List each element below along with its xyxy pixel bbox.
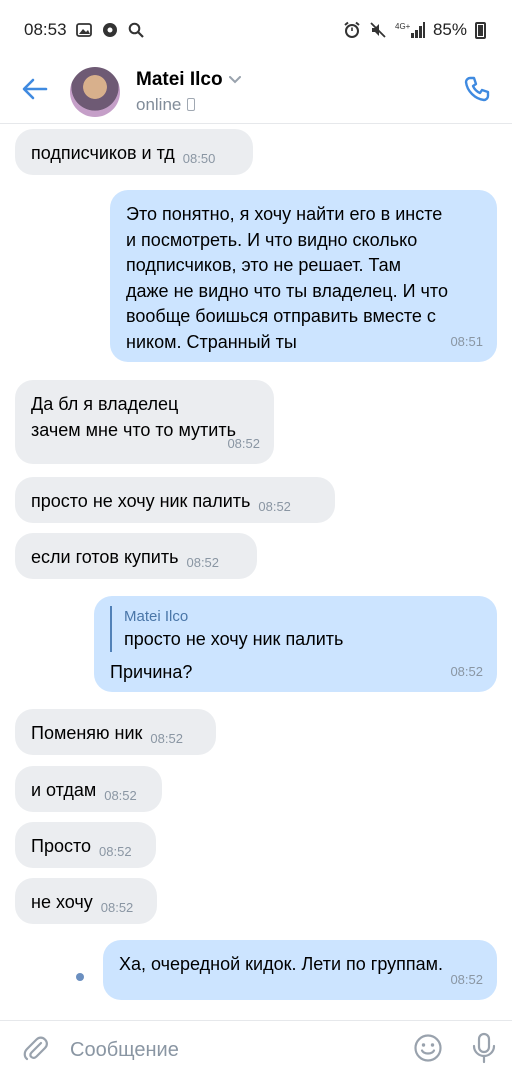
message-text: Да бл я владелец зачем мне что то мутить xyxy=(31,394,236,440)
signal-icon: 4G+ xyxy=(395,21,425,39)
message-bubble[interactable]: если готов купить 08:52 xyxy=(15,533,257,579)
emoji-button[interactable] xyxy=(400,1021,456,1080)
message-text: Причина? xyxy=(110,662,193,682)
message-bubble[interactable]: Это понятно, я хочу найти его в инсте и … xyxy=(110,190,497,362)
alarm-icon xyxy=(343,21,361,39)
message-time: 08:52 xyxy=(258,499,291,514)
message-text: подписчиков и тд xyxy=(31,143,175,163)
message-text: просто не хочу ник палить xyxy=(31,491,251,511)
svg-text:4G+: 4G+ xyxy=(395,22,411,31)
voice-message-button[interactable] xyxy=(456,1021,512,1080)
message-input[interactable] xyxy=(70,1030,400,1071)
search-icon xyxy=(127,21,145,39)
contact-name: Matei Ilco xyxy=(136,68,223,90)
message-text: Это понятно, я хочу найти его в инсте и … xyxy=(126,204,448,352)
message-time: 08:52 xyxy=(450,971,483,987)
reply-quote[interactable]: Matei Ilco просто не хочу ник палить xyxy=(110,606,481,652)
message-time: 08:51 xyxy=(450,333,483,349)
battery-percent: 85% xyxy=(432,20,467,39)
message-list[interactable]: подписчиков и тд 08:50 Это понятно, я хоч… xyxy=(0,124,512,1020)
paperclip-icon xyxy=(21,1034,49,1067)
message-text: Поменяю ник xyxy=(31,723,143,743)
contact-status: online xyxy=(136,94,182,114)
smile-icon xyxy=(413,1033,443,1068)
status-right: 4G+ 85% xyxy=(343,20,486,40)
message-time: 08:52 xyxy=(104,788,137,803)
battery-icon xyxy=(475,21,486,39)
chat-header: Matei Ilco online xyxy=(0,60,512,124)
message-bubble[interactable]: Matei Ilco просто не хочу ник палить При… xyxy=(94,596,497,692)
status-time: 08:53 xyxy=(24,20,67,39)
message-bubble[interactable]: и отдам 08:52 xyxy=(15,766,162,812)
message-composer xyxy=(0,1020,512,1080)
gallery-icon xyxy=(75,21,93,39)
phone-icon xyxy=(463,75,491,108)
message-text: и отдам xyxy=(31,780,97,800)
status-bar: 08:53 4G+ 85% xyxy=(0,0,512,60)
contact-info[interactable]: Matei Ilco online xyxy=(136,69,442,115)
mute-icon xyxy=(369,21,387,39)
message-bubble[interactable]: Просто 08:52 xyxy=(15,822,156,868)
avatar[interactable] xyxy=(70,66,120,117)
message-time: 08:52 xyxy=(450,663,483,679)
message-bubble[interactable]: Да бл я владелец зачем мне что то мутить… xyxy=(15,380,274,464)
messenger-icon xyxy=(101,21,119,39)
message-text: Ха, очередной кидок. Лети по группам. xyxy=(119,954,444,974)
message-time: 08:52 xyxy=(99,844,132,859)
message-bubble[interactable]: подписчиков и тд 08:50 xyxy=(15,129,253,175)
call-button[interactable] xyxy=(442,60,512,124)
message-bubble[interactable]: не хочу 08:52 xyxy=(15,878,157,924)
unread-indicator xyxy=(76,973,84,981)
message-time: 08:52 xyxy=(100,900,134,915)
message-bubble[interactable]: Ха, очередной кидок. Лети по группам. 08… xyxy=(103,940,497,1000)
reply-author: Matei Ilco xyxy=(124,608,189,625)
message-time: 08:52 xyxy=(227,435,260,451)
arrow-left-icon xyxy=(22,78,48,105)
reply-text: просто не хочу ник палить xyxy=(124,629,344,649)
microphone-icon xyxy=(471,1032,497,1069)
contact-name-row: Matei Ilco xyxy=(136,69,442,91)
chevron-down-icon xyxy=(228,73,241,87)
message-time: 08:50 xyxy=(182,151,216,166)
message-bubble[interactable]: Поменяю ник 08:52 xyxy=(15,709,216,755)
attach-button[interactable] xyxy=(0,1021,70,1080)
mobile-device-icon xyxy=(187,98,196,111)
message-time: 08:52 xyxy=(150,731,183,746)
message-text: если готов купить xyxy=(31,547,179,567)
message-bubble[interactable]: просто не хочу ник палить 08:52 xyxy=(15,477,335,523)
back-button[interactable] xyxy=(0,60,70,124)
message-text: Просто xyxy=(31,836,92,856)
contact-status-row: online xyxy=(136,95,442,115)
message-time: 08:52 xyxy=(186,555,220,570)
status-left: 08:53 xyxy=(24,20,145,40)
message-text: не хочу xyxy=(31,892,93,912)
